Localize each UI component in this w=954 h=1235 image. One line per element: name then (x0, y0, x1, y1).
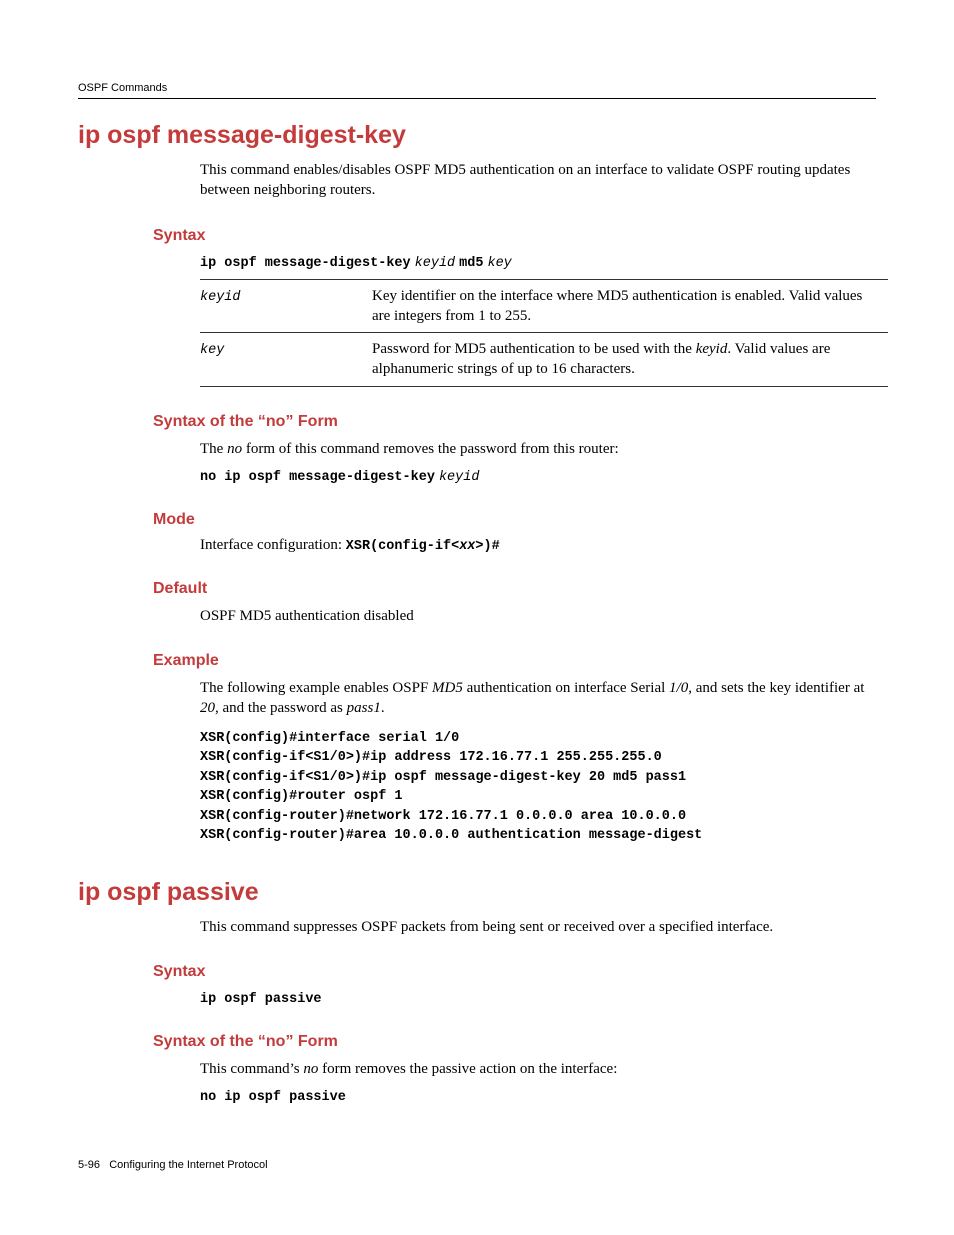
footer-page-number: 5-96 (78, 1159, 100, 1171)
syntax-cmd-2: ip ospf passive (200, 992, 322, 1007)
default-text: OSPF MD5 authentication disabled (200, 606, 876, 626)
example-code: XSR(config)#interface serial 1/0 XSR(con… (200, 729, 876, 846)
param-desc-keyid: Key identifier on the interface where MD… (372, 279, 888, 333)
default-heading: Default (153, 580, 876, 598)
syntax-mid: md5 (459, 256, 483, 271)
syntax-arg-keyid: keyid (415, 256, 456, 271)
no-syntax-cmd-2: no ip ospf passive (200, 1090, 346, 1105)
param-table: keyid Key identifier on the interface wh… (200, 279, 888, 387)
example-heading: Example (153, 652, 876, 670)
no-form-desc-1: The no form of this command removes the … (200, 439, 876, 459)
table-row: keyid Key identifier on the interface wh… (200, 279, 888, 333)
syntax-cmd: ip ospf message-digest-key (200, 256, 411, 271)
command-description-2: This command suppresses OSPF packets fro… (200, 917, 876, 937)
param-desc-key: Password for MD5 authentication to be us… (372, 333, 888, 387)
command-description-1: This command enables/disables OSPF MD5 a… (200, 160, 876, 201)
no-form-heading-1: Syntax of the “no” Form (153, 413, 876, 431)
no-form-heading-2: Syntax of the “no” Form (153, 1033, 876, 1051)
param-name-keyid: keyid (200, 290, 241, 305)
running-header: OSPF Commands (78, 82, 876, 99)
no-syntax-line-1: no ip ospf message-digest-key keyid (200, 467, 876, 485)
no-syntax-cmd: no ip ospf message-digest-key (200, 470, 435, 485)
table-row: key Password for MD5 authentication to b… (200, 333, 888, 387)
no-form-desc-2: This command’s no form removes the passi… (200, 1059, 876, 1079)
command-title-1: ip ospf message-digest-key (78, 121, 876, 150)
syntax-line-2: ip ospf passive (200, 989, 876, 1007)
mode-line: Interface configuration: XSR(config-if<x… (200, 537, 876, 554)
example-intro: The following example enables OSPF MD5 a… (200, 678, 876, 719)
mode-heading: Mode (153, 511, 876, 529)
param-name-key: key (200, 343, 224, 358)
syntax-heading-1: Syntax (153, 227, 876, 245)
page-footer: 5-96 Configuring the Internet Protocol (78, 1159, 268, 1171)
syntax-heading-2: Syntax (153, 963, 876, 981)
syntax-line-1: ip ospf message-digest-key keyid md5 key (200, 253, 876, 271)
syntax-arg-key: key (487, 256, 511, 271)
no-syntax-arg: keyid (439, 470, 480, 485)
no-syntax-line-2: no ip ospf passive (200, 1087, 876, 1105)
command-title-2: ip ospf passive (78, 878, 876, 907)
footer-chapter: Configuring the Internet Protocol (109, 1159, 267, 1171)
